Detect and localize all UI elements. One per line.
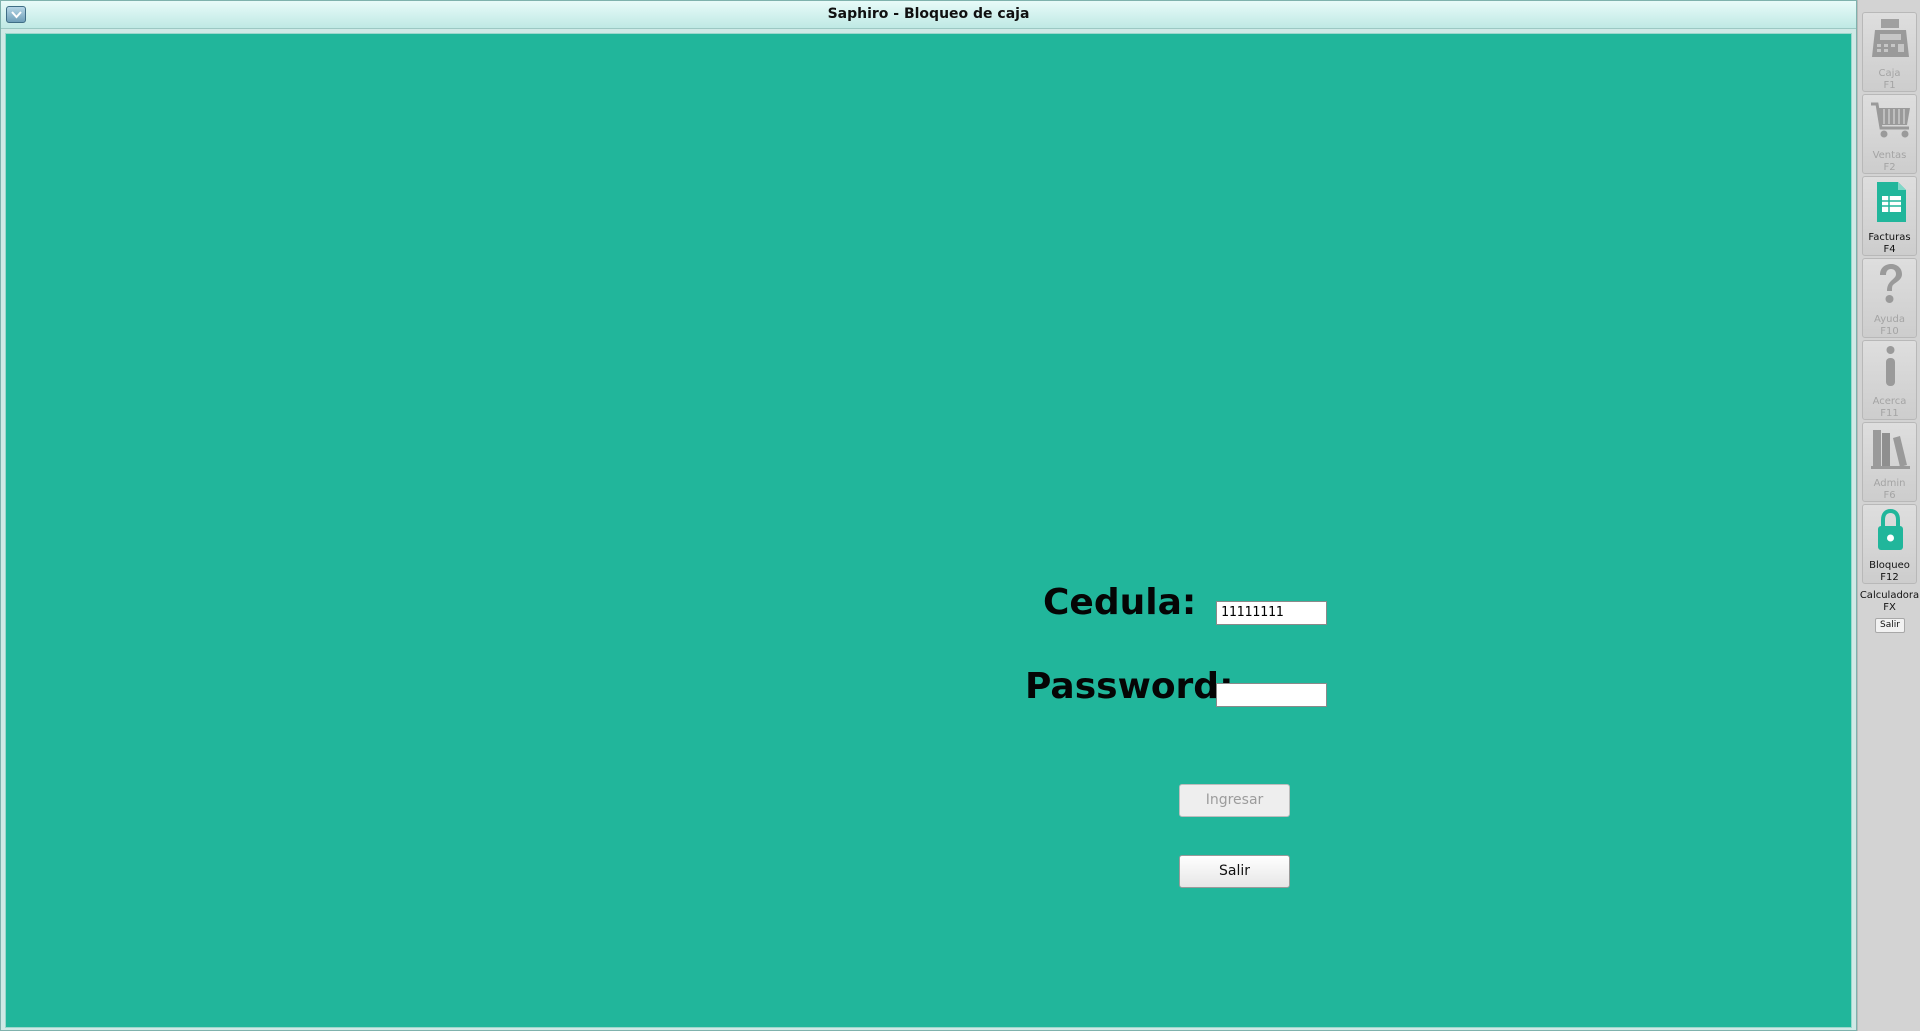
- sidebar-item-caja[interactable]: Caja F1: [1862, 12, 1917, 92]
- sidebar-item-acerca[interactable]: Acerca F11: [1862, 340, 1917, 420]
- sidebar-salir-button[interactable]: Salir: [1875, 618, 1905, 633]
- cedula-label: Cedula:: [1043, 582, 1197, 623]
- sidebar-item-label: Caja: [1878, 68, 1901, 79]
- sidebar-item-label: Bloqueo: [1869, 560, 1910, 571]
- sidebar-item-label: Ayuda: [1874, 314, 1905, 325]
- sidebar-item-key: F12: [1880, 572, 1899, 583]
- sidebar-item-facturas[interactable]: Facturas F4: [1862, 176, 1917, 256]
- salir-button[interactable]: Salir: [1179, 855, 1290, 888]
- cedula-field[interactable]: 11111111: [1216, 601, 1327, 625]
- lock-screen-panel: Cedula: 11111111 Password: Ingresar Sali…: [5, 33, 1852, 1028]
- sidebar-item-bloqueo[interactable]: Bloqueo F12: [1862, 504, 1917, 584]
- sidebar-item-key: F10: [1880, 326, 1899, 337]
- calculadora-key: FX: [1883, 602, 1896, 613]
- sidebar-toolbar: Caja F1 Ventas F2 Facturas F4 Ayuda F10 …: [1857, 0, 1920, 1031]
- books-icon: [1871, 430, 1910, 469]
- title-bar: Saphiro - Bloqueo de caja: [1, 1, 1856, 29]
- sidebar-item-ventas[interactable]: Ventas F2: [1862, 94, 1917, 174]
- main-window: Saphiro - Bloqueo de caja Cedula: 111111…: [0, 0, 1857, 1031]
- password-label: Password:: [1025, 666, 1234, 707]
- info-icon: [1886, 346, 1895, 386]
- password-field[interactable]: [1216, 683, 1327, 707]
- sidebar-item-key: F11: [1880, 408, 1899, 419]
- sidebar-item-label: Acerca: [1872, 396, 1907, 407]
- sidebar-item-admin[interactable]: Admin F6: [1862, 422, 1917, 502]
- sidebar-item-label: Ventas: [1872, 150, 1907, 161]
- lock-icon: [1878, 508, 1903, 550]
- sidebar-item-key: F6: [1883, 490, 1896, 501]
- sidebar-item-key: F1: [1883, 80, 1896, 91]
- cash-register-icon: [1872, 19, 1909, 57]
- sidebar-item-key: F4: [1883, 244, 1896, 255]
- sidebar-item-label: Admin: [1873, 478, 1906, 489]
- invoice-document-icon: [1877, 182, 1906, 222]
- question-mark-icon: [1880, 264, 1902, 303]
- sidebar-item-calculadora[interactable]: Calculadora FX: [1859, 588, 1920, 616]
- ingresar-button[interactable]: Ingresar: [1179, 784, 1290, 817]
- sidebar-item-label: Facturas: [1868, 232, 1911, 243]
- calculadora-label: Calculadora: [1859, 590, 1920, 601]
- shopping-cart-icon: [1871, 102, 1910, 138]
- sidebar-item-ayuda[interactable]: Ayuda F10: [1862, 258, 1917, 338]
- window-title: Saphiro - Bloqueo de caja: [827, 6, 1030, 22]
- sidebar-item-key: F2: [1883, 162, 1896, 173]
